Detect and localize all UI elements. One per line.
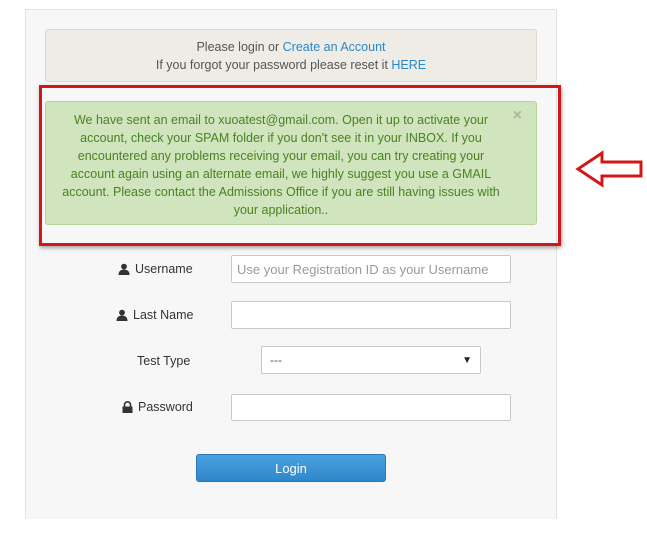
lock-icon [122, 401, 133, 413]
user-icon [116, 309, 128, 321]
create-account-link[interactable]: Create an Account [283, 40, 386, 54]
username-input[interactable] [231, 255, 511, 283]
password-input[interactable] [231, 394, 511, 421]
left-arrow-icon [575, 150, 643, 188]
login-button[interactable]: Login [196, 454, 386, 482]
test-type-label: Test Type [137, 351, 190, 371]
info-line-1-text: Please login or [196, 40, 280, 54]
info-line-1: Please login or Create an Account [46, 38, 536, 56]
dropdown-caret-icon: ▼ [462, 354, 472, 366]
info-line-2-text: If you forgot your password please reset… [155, 58, 388, 72]
password-label-text: Password [138, 400, 193, 414]
annotation-highlight-box [39, 85, 561, 246]
test-type-select[interactable]: --- ▼ [261, 346, 481, 374]
lastname-input[interactable] [231, 301, 511, 329]
login-info-box: Please login or Create an Account If you… [45, 29, 537, 82]
lastname-label: Last Name [116, 305, 193, 325]
password-label: Password [122, 397, 193, 417]
user-icon [118, 263, 130, 275]
test-type-label-text: Test Type [137, 354, 191, 368]
test-type-selected-value: --- [270, 353, 282, 367]
info-line-2: If you forgot your password please reset… [46, 56, 536, 74]
reset-password-link[interactable]: HERE [391, 58, 426, 72]
username-label: Username [118, 259, 193, 279]
username-label-text: Username [135, 262, 193, 276]
lastname-label-text: Last Name [133, 308, 194, 322]
